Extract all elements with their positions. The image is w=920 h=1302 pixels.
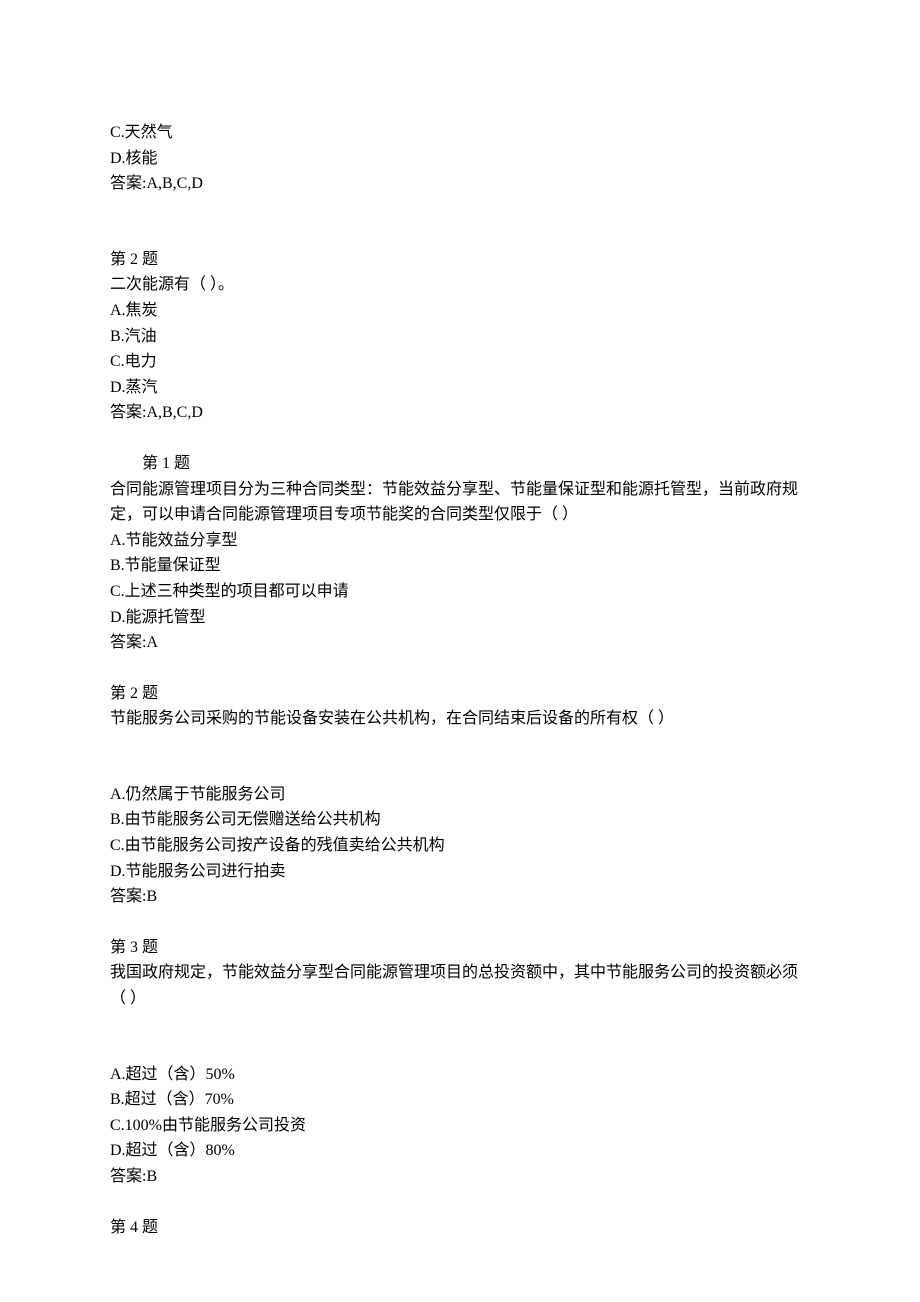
option-b: B.节能量保证型 <box>110 553 810 579</box>
option-c: C.天然气 <box>110 120 810 146</box>
option-b: B.由节能服务公司无偿赠送给公共机构 <box>110 807 810 833</box>
question-stem: 节能服务公司采购的节能设备安装在公共机构，在合同结束后设备的所有权（ ） <box>110 706 810 732</box>
option-a: A.焦炭 <box>110 298 810 324</box>
question-stem: 合同能源管理项目分为三种合同类型：节能效益分享型、节能量保证型和能源托管型，当前… <box>110 477 810 528</box>
option-d: D.节能服务公司进行拍卖 <box>110 859 810 885</box>
option-a: A.节能效益分享型 <box>110 528 810 554</box>
question-1b: 第 1 题 合同能源管理项目分为三种合同类型：节能效益分享型、节能量保证型和能源… <box>110 451 810 656</box>
question-header: 第 1 题 <box>110 451 810 477</box>
answer-text: 答案:B <box>110 1164 810 1190</box>
option-d: D.核能 <box>110 146 810 172</box>
option-c: C.由节能服务公司按产设备的残值卖给公共机构 <box>110 833 810 859</box>
answer-text: 答案:A,B,C,D <box>110 171 810 197</box>
answer-text: 答案:B <box>110 884 810 910</box>
option-c: C.电力 <box>110 349 810 375</box>
question-header: 第 4 题 <box>110 1215 810 1241</box>
question-stem: 我国政府规定，节能效益分享型合同能源管理项目的总投资额中，其中节能服务公司的投资… <box>110 960 810 1011</box>
question-3b: 第 3 题 我国政府规定，节能效益分享型合同能源管理项目的总投资额中，其中节能服… <box>110 935 810 1190</box>
question-header: 第 3 题 <box>110 935 810 961</box>
option-c: C.上述三种类型的项目都可以申请 <box>110 579 810 605</box>
option-d: D.能源托管型 <box>110 605 810 631</box>
option-b: B.汽油 <box>110 324 810 350</box>
option-d: D.蒸汽 <box>110 375 810 401</box>
question-4b: 第 4 题 <box>110 1215 810 1241</box>
option-d: D.超过（含）80% <box>110 1138 810 1164</box>
question-header: 第 2 题 <box>110 681 810 707</box>
option-a: A.超过（含）50% <box>110 1062 810 1088</box>
question-2a: 第 2 题 二次能源有（ ）。 A.焦炭 B.汽油 C.电力 D.蒸汽 答案:A… <box>110 247 810 426</box>
partial-question-1: C.天然气 D.核能 答案:A,B,C,D <box>110 120 810 197</box>
option-b: B.超过（含）70% <box>110 1087 810 1113</box>
question-stem: 二次能源有（ ）。 <box>110 272 810 298</box>
answer-text: 答案:A <box>110 630 810 656</box>
answer-text: 答案:A,B,C,D <box>110 400 810 426</box>
option-c: C.100%由节能服务公司投资 <box>110 1113 810 1139</box>
question-2b: 第 2 题 节能服务公司采购的节能设备安装在公共机构，在合同结束后设备的所有权（… <box>110 681 810 910</box>
question-header: 第 2 题 <box>110 247 810 273</box>
option-a: A.仍然属于节能服务公司 <box>110 782 810 808</box>
